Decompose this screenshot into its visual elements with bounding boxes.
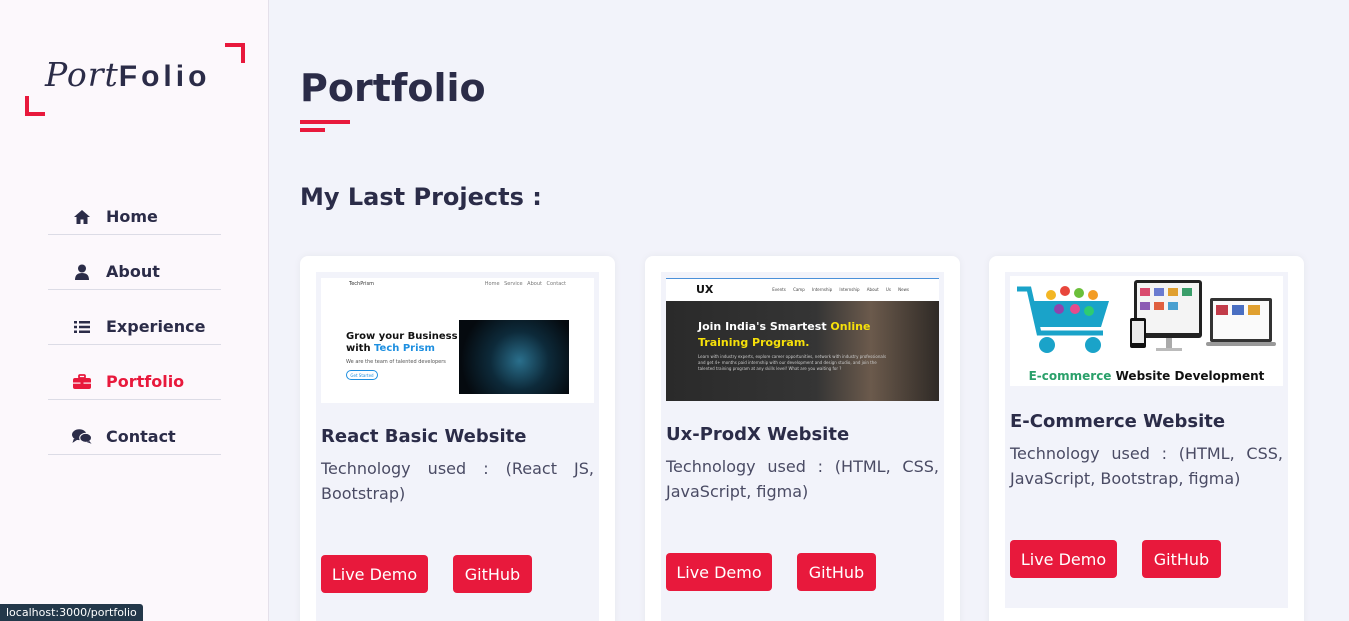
section-subtitle: My Last Projects : (300, 183, 542, 211)
thumb-button: Get Started (346, 370, 378, 380)
logo[interactable]: PortFolio (25, 43, 245, 116)
logo-corner-bottom-left (25, 96, 45, 116)
project-description: Technology used : (HTML, CSS, JavaScript… (666, 457, 939, 501)
briefcase-icon (72, 373, 92, 391)
thumb-photo (459, 320, 569, 394)
project-title: E-Commerce Website (1010, 411, 1226, 432)
thumb-caption-rest: Website Development (1115, 369, 1265, 383)
github-button[interactable]: GitHub (453, 555, 532, 593)
logo-text-part1: Port (45, 55, 119, 94)
thumb-hero (666, 301, 939, 401)
live-demo-button[interactable]: Live Demo (321, 555, 428, 593)
project-title: React Basic Website (321, 426, 527, 447)
title-underline-short (300, 128, 325, 132)
live-demo-button[interactable]: Live Demo (666, 553, 772, 591)
logo-corner-top-right (225, 43, 245, 63)
logo-text: PortFolio (45, 55, 210, 94)
project-card: UX Events Camp Internship Internship Abo… (645, 256, 960, 621)
home-icon (72, 208, 92, 226)
thumb-heading-line2: Training Program. (698, 336, 810, 349)
nav-item-contact[interactable]: Contact (48, 419, 221, 455)
project-card-body: E-commerce Website Development E-Commerc… (1005, 272, 1288, 608)
logo-text-part2: Folio (118, 60, 211, 93)
thumb-brand: TechPrism (349, 281, 375, 287)
thumb-heading: Grow your Business with Tech Prism (346, 331, 458, 355)
nav-item-label: Home (106, 207, 158, 226)
github-button[interactable]: GitHub (1142, 540, 1221, 578)
thumb-nav-links: Home Service About Contact (484, 281, 566, 287)
nav-item-label: Portfolio (106, 372, 185, 391)
project-description: Technology used : (React JS, Bootstrap) (321, 459, 594, 503)
github-button[interactable]: GitHub (797, 553, 876, 591)
thumb-heading: Join India's Smartest Online Training Pro… (698, 319, 870, 351)
project-card-body: UX Events Camp Internship Internship Abo… (661, 272, 944, 621)
project-description: Technology used : (HTML, CSS, JavaScript… (1010, 444, 1283, 488)
comments-icon (72, 428, 92, 446)
project-card-body: TechPrism Home Service About Contact Gro… (316, 272, 599, 621)
sidebar: PortFolio Home About Experience Portfoli… (0, 0, 269, 621)
thumb-heading-line2a: with (346, 343, 375, 354)
project-card: TechPrism Home Service About Contact Gro… (300, 256, 615, 621)
project-thumbnail: E-commerce Website Development (1010, 276, 1283, 386)
nav-item-home[interactable]: Home (48, 199, 221, 235)
thumb-nav-links: Events Camp Internship Internship About … (772, 287, 909, 292)
sidebar-nav: Home About Experience Portfolio Contact (48, 199, 221, 474)
nav-item-label: Contact (106, 427, 176, 446)
page-title: Portfolio (300, 66, 486, 110)
cart-icon (1017, 286, 1109, 353)
thumb-heading-line1: Join India's Smartest (698, 320, 831, 333)
thumb-paragraph: Learn with industry experts, explore car… (698, 354, 887, 371)
project-thumbnail: UX Events Camp Internship Internship Abo… (666, 278, 939, 401)
nav-item-about[interactable]: About (48, 254, 221, 290)
nav-item-portfolio[interactable]: Portfolio (48, 364, 221, 400)
thumb-heading-highlight: Online (830, 320, 871, 333)
thumb-subtext: We are the team of talented developers (346, 359, 446, 365)
nav-item-label: About (106, 262, 160, 281)
project-card: E-commerce Website Development E-Commerc… (989, 256, 1304, 621)
project-title: Ux-ProdX Website (666, 424, 850, 445)
user-icon (72, 263, 92, 281)
thumb-caption: E-commerce Website Development (1010, 369, 1283, 383)
thumb-heading-line1: Grow your Business (346, 331, 458, 342)
thumb-navbar: UX Events Camp Internship Internship Abo… (666, 279, 939, 301)
title-underline (300, 120, 350, 124)
thumb-caption-highlight: E-commerce (1028, 369, 1116, 383)
nav-item-experience[interactable]: Experience (48, 309, 221, 345)
project-thumbnail: TechPrism Home Service About Contact Gro… (321, 278, 594, 403)
main-content: Portfolio My Last Projects : TechPrism H… (270, 0, 1349, 621)
nav-item-label: Experience (106, 317, 206, 336)
list-icon (72, 318, 92, 336)
browser-status-url: localhost:3000/portfolio (0, 604, 143, 621)
thumb-brand: UX (696, 283, 714, 296)
live-demo-button[interactable]: Live Demo (1010, 540, 1117, 578)
devices-illustration (1130, 280, 1276, 351)
thumb-heading-line2b: Tech Prism (374, 343, 435, 354)
